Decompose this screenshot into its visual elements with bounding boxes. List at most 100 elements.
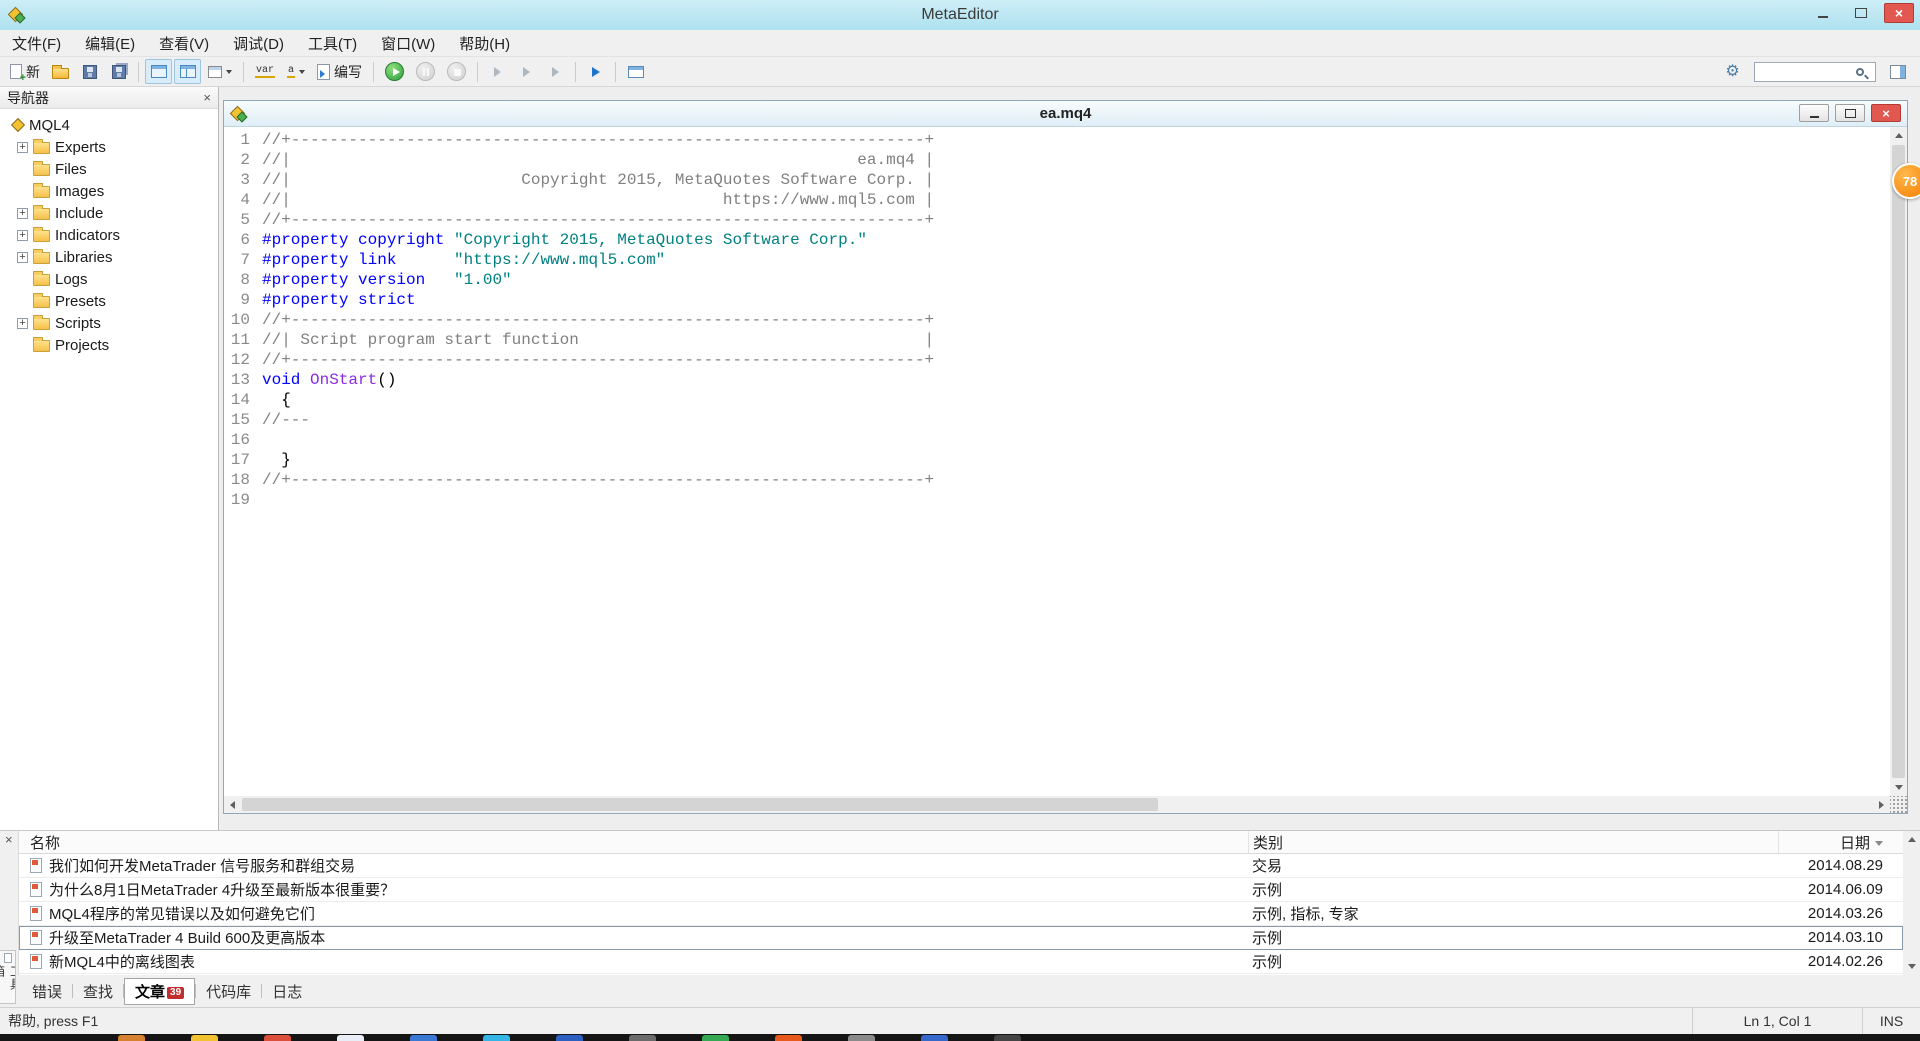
- save-button[interactable]: [76, 59, 103, 84]
- settings-button[interactable]: ⚙: [1719, 59, 1746, 84]
- code-line-4[interactable]: //| https://www.mql5.com |: [262, 190, 1890, 210]
- menu-item-file[interactable]: 文件(F): [0, 30, 73, 56]
- taskbar-icon[interactable]: [848, 1035, 875, 1041]
- horizontal-scroll-thumb[interactable]: [242, 798, 1158, 811]
- code-line-7[interactable]: #property link "https://www.mql5.com": [262, 250, 1890, 270]
- debug-stop-button[interactable]: [442, 59, 471, 84]
- editor-close-button[interactable]: ×: [1871, 104, 1901, 122]
- nav-item-scripts[interactable]: +Scripts: [0, 312, 218, 334]
- taskbar-icon[interactable]: [994, 1035, 1021, 1041]
- column-name[interactable]: 名称: [19, 832, 1248, 853]
- code-line-12[interactable]: //+-------------------------------------…: [262, 350, 1890, 370]
- styler-button[interactable]: var: [250, 59, 280, 84]
- save-all-button[interactable]: [105, 59, 132, 84]
- menu-item-window[interactable]: 窗口(W): [369, 30, 447, 56]
- nav-item-images[interactable]: Images: [0, 180, 218, 202]
- code-area[interactable]: 12345678910111213141516171819 //+-------…: [224, 127, 1890, 796]
- code-lines[interactable]: //+-------------------------------------…: [256, 127, 1890, 796]
- nav-item-indicators[interactable]: +Indicators: [0, 224, 218, 246]
- view-options-button[interactable]: [203, 59, 237, 84]
- toolbox-close-icon[interactable]: ×: [5, 834, 13, 846]
- code-line-6[interactable]: #property copyright "Copyright 2015, Met…: [262, 230, 1890, 250]
- taskbar-icon[interactable]: [629, 1035, 656, 1041]
- menu-item-edit[interactable]: 编辑(E): [73, 30, 147, 56]
- menu-item-help[interactable]: 帮助(H): [447, 30, 522, 56]
- step-into-button[interactable]: [484, 59, 511, 84]
- nav-item-files[interactable]: Files: [0, 158, 218, 180]
- taskbar-icon[interactable]: [337, 1035, 364, 1041]
- tab-errors[interactable]: 错误: [22, 979, 72, 1004]
- nav-item-include[interactable]: +Include: [0, 202, 218, 224]
- scroll-down-icon[interactable]: [1903, 958, 1920, 975]
- menu-item-view[interactable]: 查看(V): [147, 30, 221, 56]
- scroll-left-icon[interactable]: [224, 796, 241, 813]
- article-row[interactable]: 我们如何开发MetaTrader 信号服务和群组交易交易2014.08.29: [19, 854, 1903, 878]
- open-button[interactable]: [47, 59, 74, 84]
- attach-button[interactable]: [582, 59, 609, 84]
- code-line-9[interactable]: #property strict: [262, 290, 1890, 310]
- article-row[interactable]: 升级至MetaTrader 4 Build 600及更高版本示例2014.03.…: [19, 926, 1903, 950]
- notification-badge[interactable]: 78: [1892, 163, 1920, 199]
- step-over-button[interactable]: [513, 59, 540, 84]
- taskbar-icon[interactable]: [921, 1035, 948, 1041]
- scroll-up-icon[interactable]: [1903, 831, 1920, 848]
- article-row[interactable]: MQL4程序的常见错误以及如何避免它们示例, 指标, 专家2014.03.26: [19, 902, 1903, 926]
- editor-maximize-button[interactable]: [1835, 104, 1865, 122]
- windows-taskbar[interactable]: [0, 1034, 1920, 1041]
- toolbox-side-tab[interactable]: 工具箱: [0, 950, 16, 1004]
- resize-grip[interactable]: [1890, 796, 1907, 813]
- code-line-11[interactable]: //| Script program start function |: [262, 330, 1890, 350]
- column-date[interactable]: 日期: [1778, 831, 1903, 853]
- expand-toggle-icon[interactable]: +: [17, 252, 28, 263]
- tab-codebase[interactable]: 代码库: [196, 979, 261, 1004]
- expand-toggle-icon[interactable]: +: [17, 230, 28, 241]
- scroll-down-icon[interactable]: [1890, 779, 1907, 796]
- scroll-right-icon[interactable]: [1873, 796, 1890, 813]
- nav-item-presets[interactable]: Presets: [0, 290, 218, 312]
- code-line-13[interactable]: void OnStart(): [262, 370, 1890, 390]
- article-row[interactable]: 为什么8月1日MetaTrader 4升级至最新版本很重要？示例2014.06.…: [19, 878, 1903, 902]
- taskbar-icon[interactable]: [556, 1035, 583, 1041]
- taskbar-icon[interactable]: [264, 1035, 291, 1041]
- nav-item-mql4[interactable]: MQL4: [0, 114, 218, 136]
- nav-item-experts[interactable]: +Experts: [0, 136, 218, 158]
- toggle-navigator-button[interactable]: [145, 59, 172, 84]
- taskbar-icon[interactable]: [191, 1035, 218, 1041]
- article-row[interactable]: 新MQL4中的离线图表示例2014.02.26: [19, 950, 1903, 974]
- debug-pause-button[interactable]: [411, 59, 440, 84]
- taskbar-icon[interactable]: [483, 1035, 510, 1041]
- styler-options-button[interactable]: a: [282, 59, 310, 84]
- navigator-close-icon[interactable]: ×: [203, 92, 211, 104]
- expand-toggle-icon[interactable]: +: [17, 142, 28, 153]
- code-line-10[interactable]: //+-------------------------------------…: [262, 310, 1890, 330]
- scroll-up-icon[interactable]: [1890, 127, 1907, 144]
- search-input[interactable]: [1755, 64, 1855, 80]
- code-line-1[interactable]: //+-------------------------------------…: [262, 130, 1890, 150]
- search-icon[interactable]: [1856, 68, 1864, 76]
- menu-item-debug[interactable]: 调试(D): [221, 30, 296, 56]
- maximize-button[interactable]: [1846, 3, 1876, 23]
- compile-button[interactable]: 编写: [312, 59, 367, 84]
- code-line-15[interactable]: //---: [262, 410, 1890, 430]
- vertical-scroll-thumb[interactable]: [1892, 145, 1905, 778]
- nav-item-libraries[interactable]: +Libraries: [0, 246, 218, 268]
- horizontal-scrollbar[interactable]: [224, 796, 1890, 813]
- community-panel-button[interactable]: [1884, 59, 1911, 84]
- new-file-button[interactable]: 新: [5, 59, 45, 84]
- debug-start-button[interactable]: [380, 59, 409, 84]
- tab-journal[interactable]: 日志: [262, 979, 312, 1004]
- taskbar-icon[interactable]: [775, 1035, 802, 1041]
- nav-item-projects[interactable]: Projects: [0, 334, 218, 356]
- expand-toggle-icon[interactable]: +: [17, 318, 28, 329]
- toggle-toolbox-button[interactable]: [174, 59, 201, 84]
- taskbar-icon[interactable]: [118, 1035, 145, 1041]
- toolbox-scrollbar[interactable]: [1903, 831, 1920, 975]
- code-line-16[interactable]: [262, 430, 1890, 450]
- code-line-5[interactable]: //+-------------------------------------…: [262, 210, 1890, 230]
- minimize-button[interactable]: [1808, 3, 1838, 23]
- code-line-17[interactable]: }: [262, 450, 1890, 470]
- column-category[interactable]: 类别: [1248, 831, 1778, 853]
- close-button[interactable]: ×: [1884, 3, 1914, 23]
- code-line-2[interactable]: //| ea.mq4 |: [262, 150, 1890, 170]
- expand-toggle-icon[interactable]: +: [17, 208, 28, 219]
